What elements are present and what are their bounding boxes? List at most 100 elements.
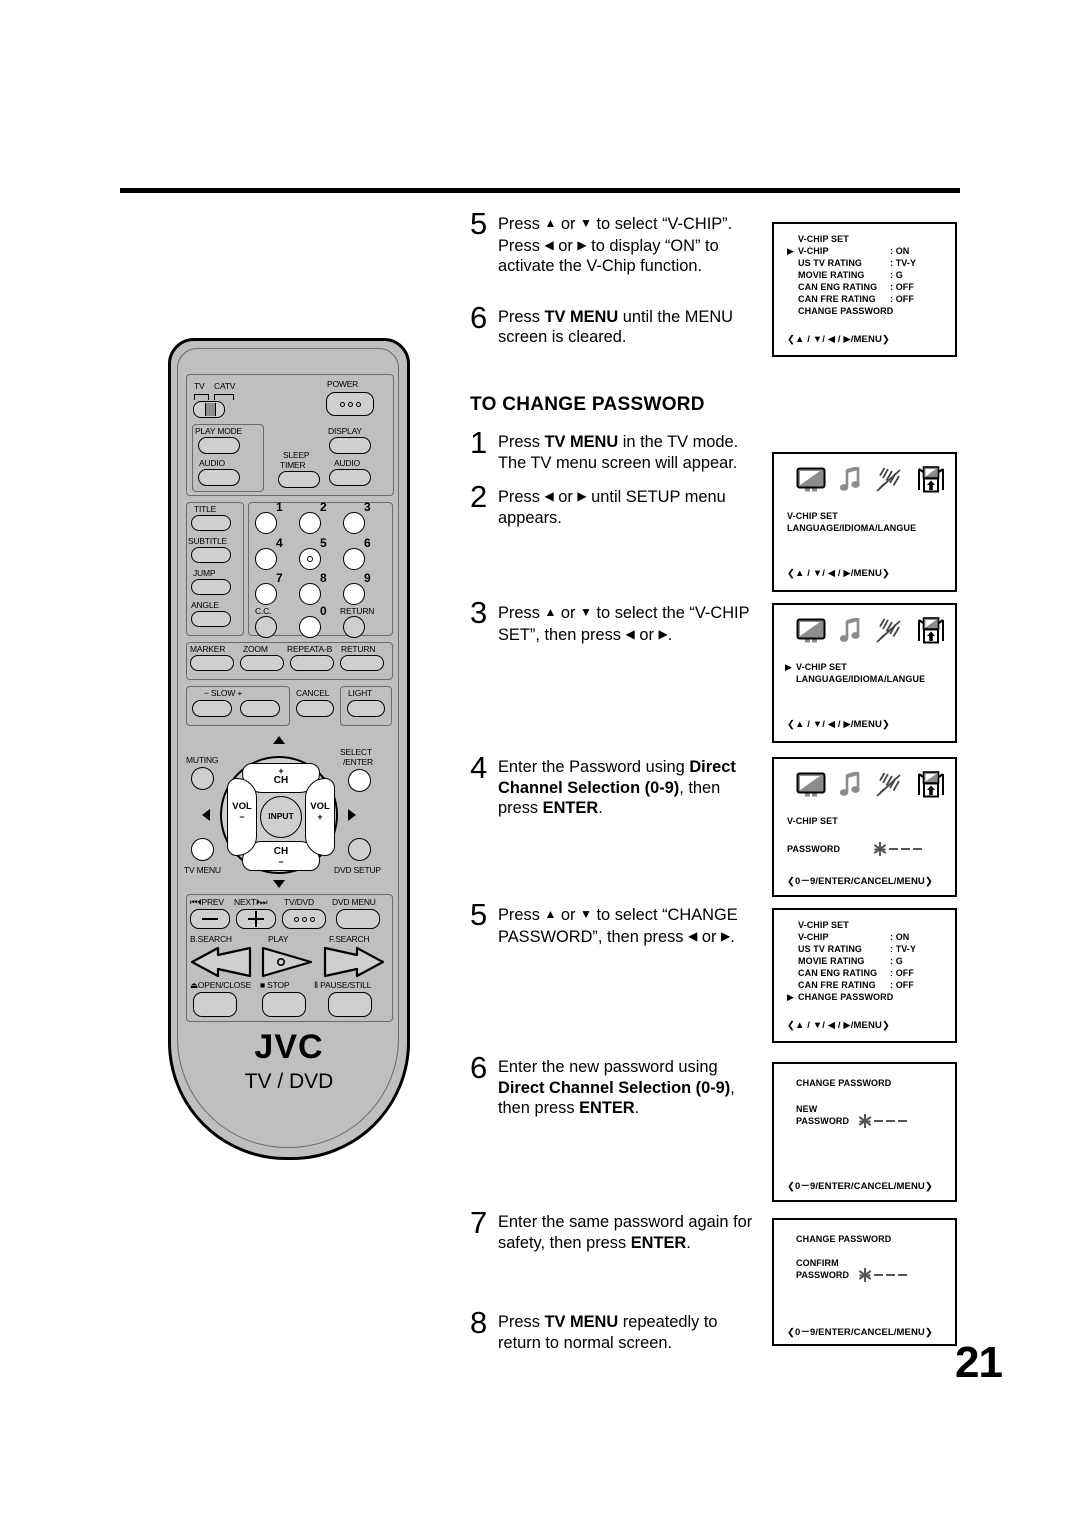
- osd-row-value: : TV-Y: [890, 258, 917, 268]
- key-button-1[interactable]: [255, 512, 277, 534]
- step-6: 6 Enter the new password using Direct Ch…: [470, 1050, 755, 1119]
- key-button-7[interactable]: [255, 583, 277, 605]
- pause-still-button[interactable]: [328, 992, 372, 1017]
- password-dash: [886, 1120, 895, 1122]
- osd-icon-row: [796, 771, 945, 798]
- dvd-menu-button[interactable]: [336, 909, 380, 929]
- prev-label: ⏮⏴PREV: [190, 897, 224, 907]
- step-text: Press TV MENU in the TV mode. The TV men…: [498, 433, 739, 472]
- tv-dvd-button[interactable]: [282, 909, 326, 929]
- password-field[interactable]: [858, 1114, 907, 1128]
- repeat-ab-label: REPEATA-B: [287, 644, 333, 654]
- power-button[interactable]: [326, 392, 374, 416]
- key-button-4[interactable]: [255, 548, 277, 570]
- tv-dvd-dots-icon: [283, 910, 325, 928]
- osd-icon-row: [796, 466, 945, 493]
- step-3: 3 Press ▲ or ▼ to select the “V-CHIP SET…: [470, 597, 755, 645]
- osd-row-label: MOVIE RATING: [798, 270, 865, 280]
- switch-bracket-catv: [214, 394, 235, 400]
- step-text: Press ▲ or ▼ to select “CHANGE PASSWORD”…: [498, 906, 738, 946]
- key-button-5[interactable]: [299, 548, 321, 570]
- switch-label-tv: TV: [194, 381, 205, 391]
- cancel-label: CANCEL: [296, 688, 330, 698]
- jump-button[interactable]: [191, 579, 231, 595]
- dvd-setup-button[interactable]: [348, 838, 371, 861]
- dpad: + CH CH − VOL − VOL + INPUT: [220, 756, 338, 874]
- slow-plus-button[interactable]: [240, 700, 280, 717]
- zoom-button[interactable]: [240, 655, 284, 671]
- return-keypad-button[interactable]: [343, 616, 365, 638]
- steps-prev-block: 5 Press ▲ or ▼ to select “V-CHIP”. Press…: [470, 206, 755, 348]
- play-button[interactable]: [260, 946, 314, 978]
- open-close-button[interactable]: [193, 992, 237, 1017]
- osd-setup-screen-selected: ▶ V-CHIP SET LANGUAGE/IDIOMA/LANGUE ❮▲ /…: [772, 603, 957, 743]
- display-button[interactable]: [329, 437, 371, 454]
- key-button-2[interactable]: [299, 512, 321, 534]
- dpad-vol-down-button[interactable]: VOL −: [227, 778, 257, 856]
- step-number: 6: [470, 1050, 488, 1085]
- cancel-button[interactable]: [296, 700, 334, 717]
- title-button[interactable]: [191, 515, 231, 531]
- step-text: Enter the Password using Direct Channel …: [498, 758, 736, 817]
- step-text: Press ▲ or ▼ to select the “V-CHIP SET”,…: [498, 604, 750, 644]
- return-row-button[interactable]: [340, 655, 384, 671]
- tv-icon: [796, 618, 826, 643]
- key-button-3[interactable]: [343, 512, 365, 534]
- angle-button[interactable]: [191, 611, 231, 627]
- step-number: 8: [470, 1305, 488, 1340]
- password-cursor-icon: [858, 1268, 872, 1282]
- cc-button[interactable]: [255, 616, 277, 638]
- next-button[interactable]: [236, 909, 276, 929]
- key-button-0[interactable]: [299, 616, 321, 638]
- setup-box-icon: [918, 771, 944, 798]
- prev-button[interactable]: [190, 909, 230, 929]
- timer-label: TIMER: [280, 460, 306, 470]
- vol-left-sign: −: [239, 812, 245, 822]
- password-field[interactable]: [873, 842, 922, 856]
- password-dash: [898, 1120, 907, 1122]
- tv-menu-button[interactable]: [191, 838, 214, 861]
- password-field[interactable]: [858, 1268, 907, 1282]
- osd-setup-language-label: LANGUAGE/IDIOMA/LANGUE: [796, 674, 926, 684]
- header-rule: [120, 188, 960, 193]
- slow-minus-button[interactable]: [192, 700, 232, 717]
- muting-button[interactable]: [191, 767, 214, 790]
- marker-button[interactable]: [190, 655, 234, 671]
- osd-footer-nav: ❮▲ / ▼/ ◀ / ▶/MENU❯: [787, 719, 890, 730]
- subtitle-label: SUBTITLE: [188, 536, 228, 546]
- select-enter-button[interactable]: [348, 769, 371, 792]
- play-mode-button[interactable]: [198, 437, 240, 454]
- step-number: 5: [470, 206, 488, 241]
- light-button[interactable]: [347, 700, 385, 717]
- osd-title: CHANGE PASSWORD: [796, 1078, 892, 1088]
- audio-right-button[interactable]: [329, 469, 371, 486]
- audio-left-button[interactable]: [198, 469, 240, 486]
- osd-title: V-CHIP SET: [798, 234, 849, 244]
- dpad-vol-up-button[interactable]: VOL +: [305, 778, 335, 856]
- password-dash: [886, 1274, 895, 1276]
- f-search-button[interactable]: [323, 946, 385, 978]
- key-button-8[interactable]: [299, 583, 321, 605]
- tv-catv-switch[interactable]: [193, 401, 225, 418]
- key-button-6[interactable]: [343, 548, 365, 570]
- sleep-timer-button[interactable]: [278, 471, 320, 488]
- stop-button[interactable]: [262, 992, 306, 1017]
- stop-label: ■ STOP: [260, 980, 290, 990]
- b-search-button[interactable]: [190, 946, 252, 978]
- light-label: LIGHT: [348, 688, 373, 698]
- key-5-nib-icon: [307, 556, 313, 562]
- dvd-menu-label: DVD MENU: [332, 897, 376, 907]
- play-label: PLAY: [268, 934, 289, 944]
- jump-label: JUMP: [193, 568, 216, 578]
- key-button-9[interactable]: [343, 583, 365, 605]
- osd-row-label: US TV RATING: [798, 258, 863, 268]
- password-dash: [874, 1120, 883, 1122]
- osd-footer-numeric: ❮0－9/ENTER/CANCEL/MENU❯: [787, 1327, 933, 1338]
- osd-password-label: PASSWORD: [796, 1270, 850, 1280]
- key-label-7: 7: [276, 571, 283, 585]
- input-button[interactable]: INPUT: [260, 796, 302, 838]
- osd-password-label: PASSWORD: [787, 844, 841, 854]
- subtitle-button[interactable]: [191, 547, 231, 563]
- page-number: 21: [955, 1338, 1003, 1387]
- repeat-ab-button[interactable]: [290, 655, 334, 671]
